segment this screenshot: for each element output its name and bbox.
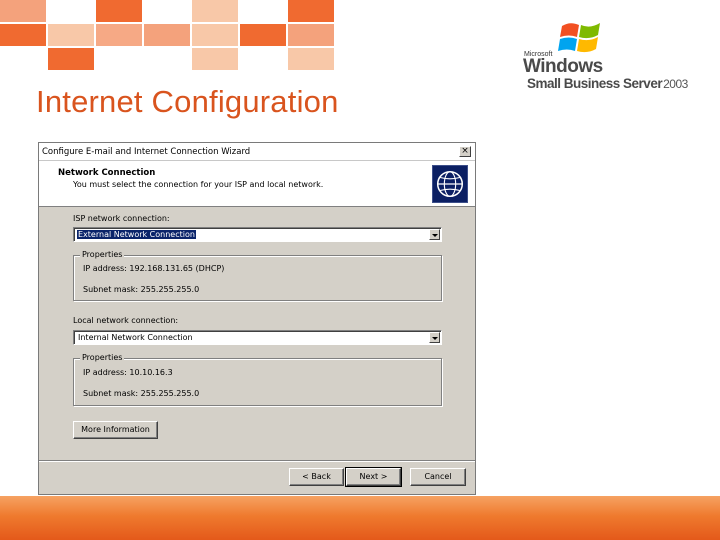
globe-icon	[432, 165, 468, 203]
tile	[288, 0, 334, 22]
tile	[240, 0, 286, 22]
tile	[240, 48, 286, 70]
isp-connection-value: External Network Connection	[77, 230, 196, 239]
tile	[192, 0, 238, 22]
isp-connection-select[interactable]: External Network Connection	[73, 227, 442, 242]
isp-ip-address: IP address: 192.168.131.65 (DHCP)	[83, 264, 225, 273]
tile	[144, 24, 190, 46]
tile	[144, 48, 190, 70]
windows-sbs-logo: Microsoft Windows Small Business Server2…	[520, 18, 700, 94]
tile	[96, 0, 142, 22]
isp-connection-label: ISP network connection:	[73, 214, 170, 223]
tile	[96, 48, 142, 70]
tile	[0, 48, 46, 70]
bottom-decorative-bar	[0, 496, 720, 540]
tile	[0, 24, 46, 46]
chevron-down-icon[interactable]	[429, 332, 440, 343]
decorative-tiles	[0, 0, 340, 72]
local-connection-label: Local network connection:	[73, 316, 179, 325]
tile	[288, 48, 334, 70]
tile	[48, 24, 94, 46]
logo-windows: Windows	[523, 56, 603, 77]
isp-properties-title: Properties	[80, 250, 125, 259]
logo-year: 2003	[663, 77, 688, 91]
isp-subnet-mask: Subnet mask: 255.255.255.0	[83, 285, 200, 294]
wizard-page-subtitle: You must select the connection for your …	[73, 180, 324, 189]
slide-title: Internet Configuration	[36, 84, 339, 119]
wizard-page-title: Network Connection	[58, 168, 156, 178]
logo-product-name: Small Business Server	[527, 76, 663, 91]
windows-flag-icon	[558, 23, 600, 53]
footer-divider	[39, 460, 475, 462]
wizard-dialog: Configure E-mail and Internet Connection…	[38, 142, 476, 495]
tile	[48, 48, 94, 70]
next-button[interactable]: Next >	[345, 467, 402, 487]
back-button[interactable]: < Back	[289, 468, 344, 486]
logo-product: Small Business Server2003	[527, 76, 688, 91]
tile	[144, 0, 190, 22]
tile	[0, 0, 46, 22]
wizard-header: Network Connection You must select the c…	[39, 161, 475, 207]
chevron-down-icon[interactable]	[429, 229, 440, 240]
tile	[240, 24, 286, 46]
tile	[96, 24, 142, 46]
more-information-button[interactable]: More Information	[73, 421, 158, 439]
local-subnet-mask: Subnet mask: 255.255.255.0	[83, 389, 200, 398]
local-properties-group: Properties IP address: 10.10.16.3 Subnet…	[73, 353, 442, 406]
dialog-title: Configure E-mail and Internet Connection…	[42, 147, 251, 157]
tile	[192, 48, 238, 70]
local-ip-address: IP address: 10.10.16.3	[83, 368, 173, 377]
tile	[192, 24, 238, 46]
tile	[48, 0, 94, 22]
close-button[interactable]: ×	[459, 146, 471, 157]
dialog-titlebar[interactable]: Configure E-mail and Internet Connection…	[39, 143, 475, 161]
cancel-button[interactable]: Cancel	[410, 468, 466, 486]
local-properties-title: Properties	[80, 353, 125, 362]
local-connection-value: Internal Network Connection	[78, 333, 193, 342]
local-connection-select[interactable]: Internal Network Connection	[73, 330, 442, 345]
isp-properties-group: Properties IP address: 192.168.131.65 (D…	[73, 250, 442, 301]
tile	[288, 24, 334, 46]
